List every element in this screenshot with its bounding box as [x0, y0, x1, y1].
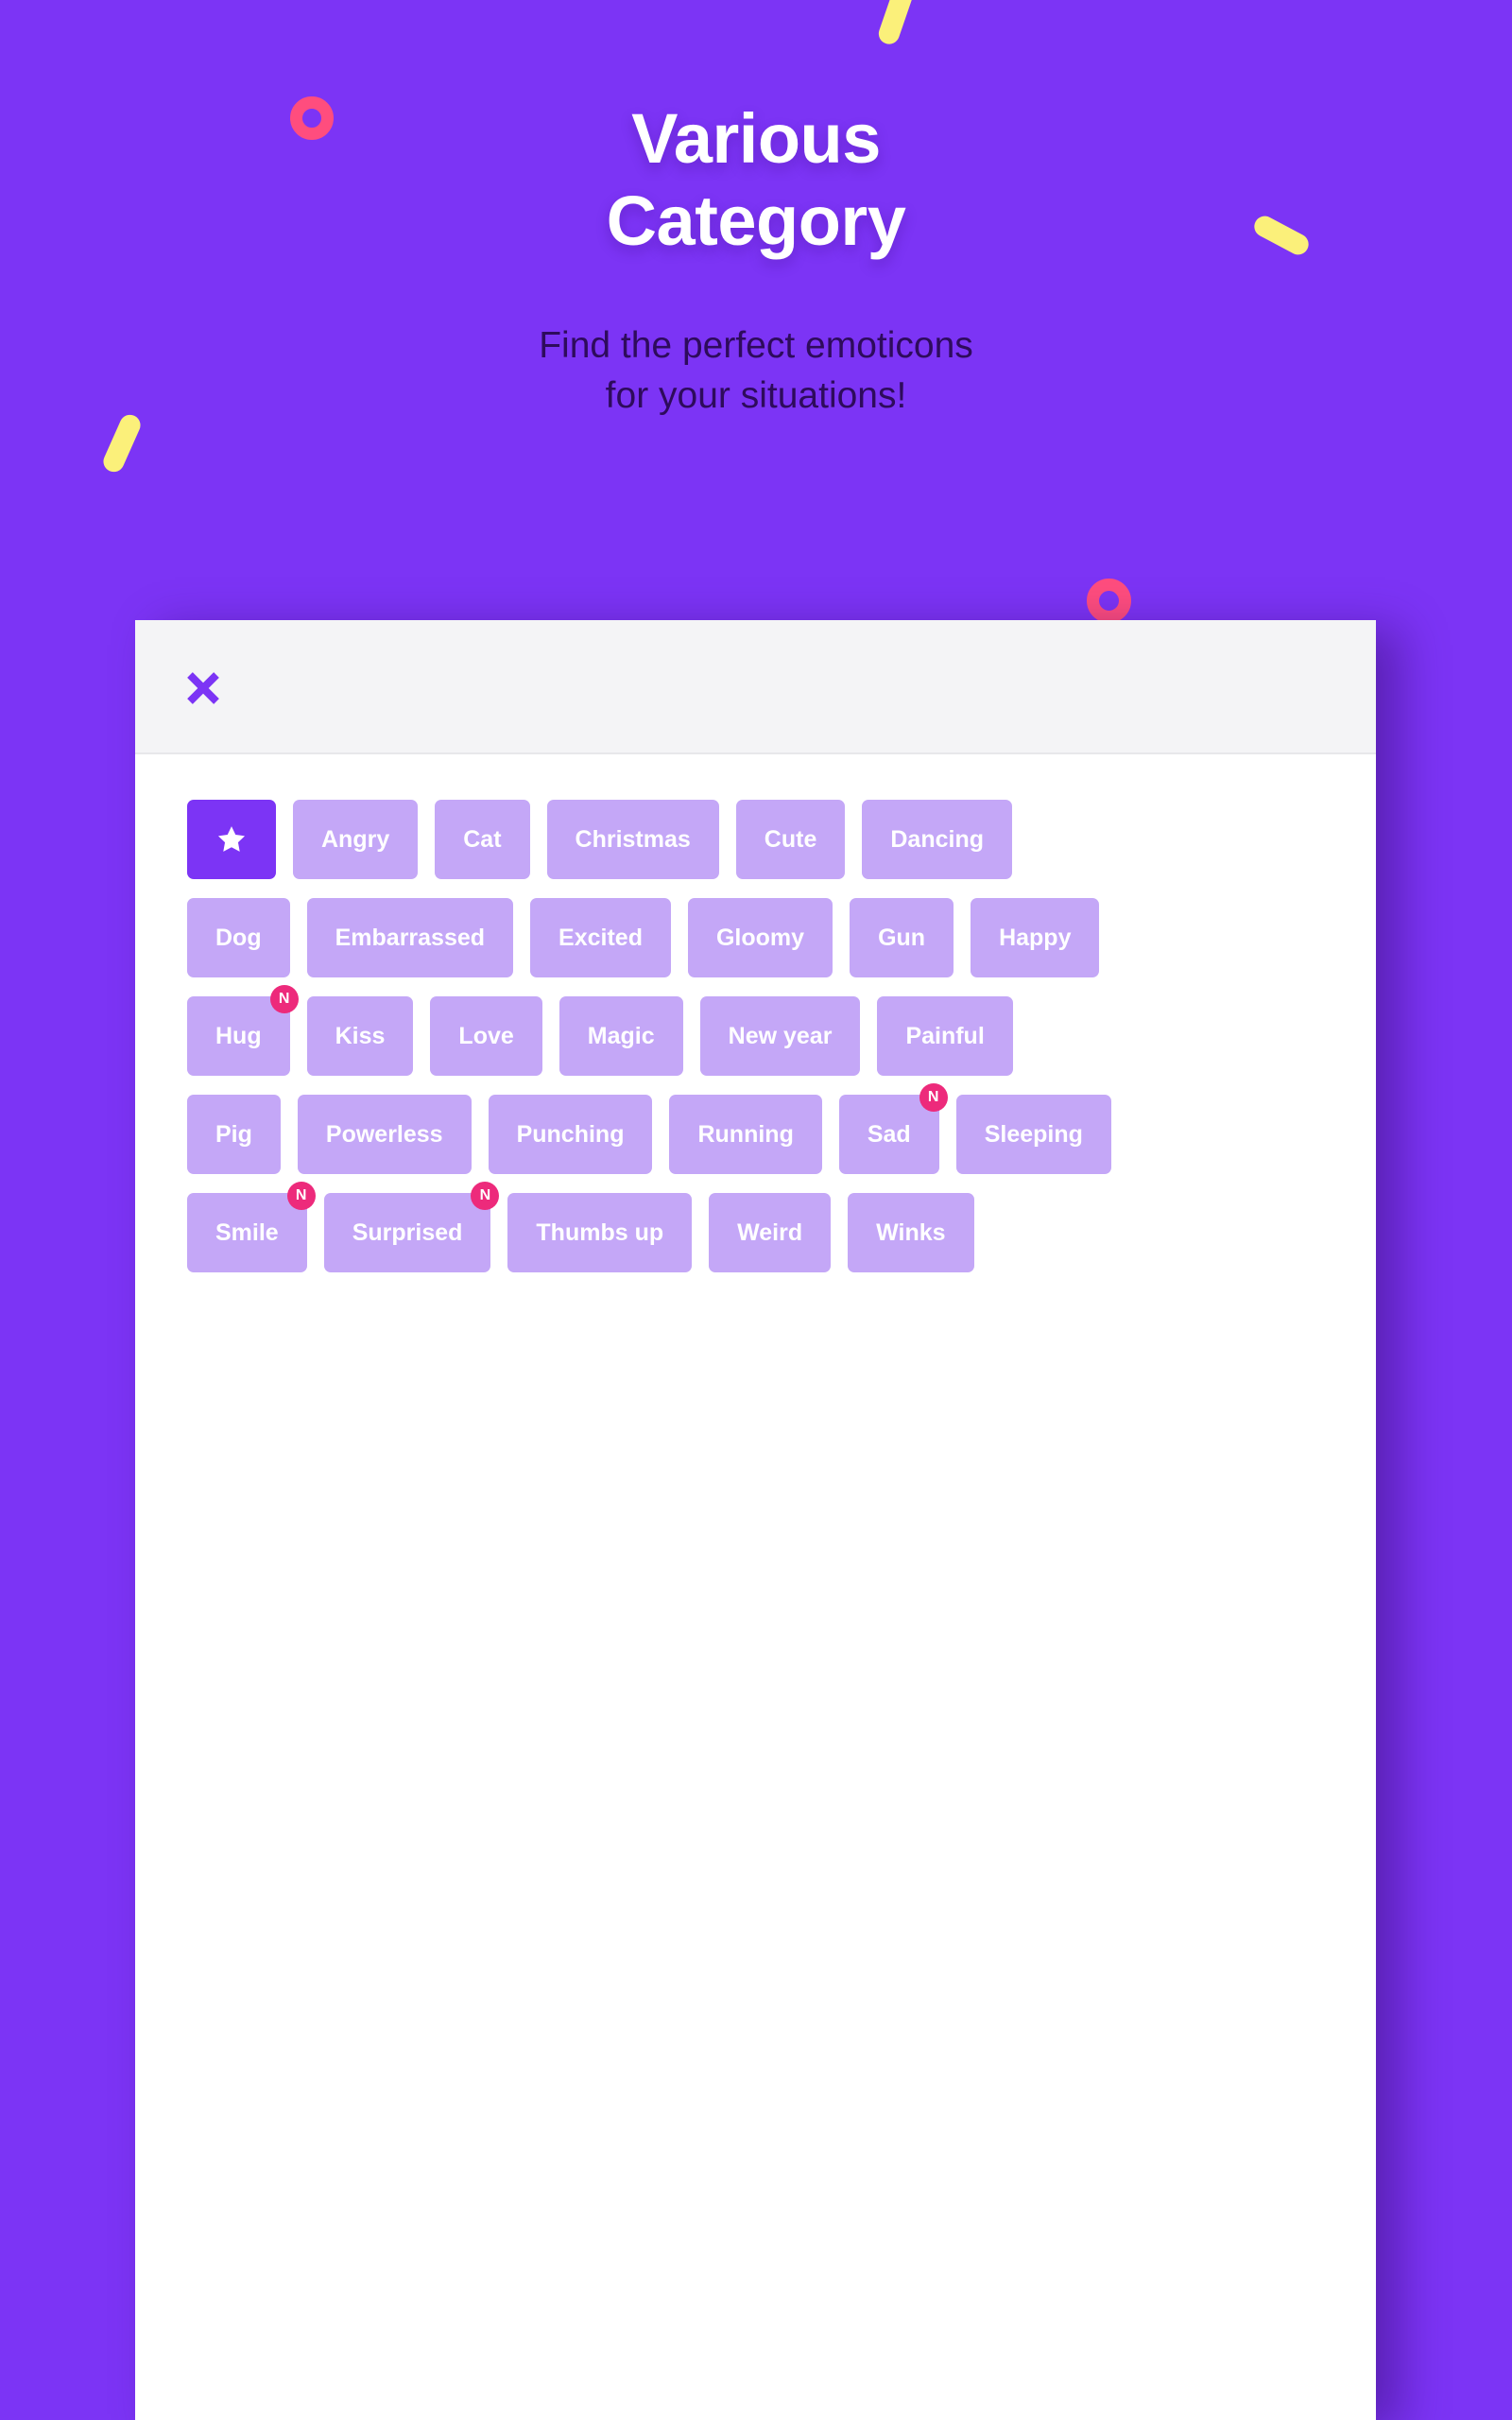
category-chip-label: Cute: [764, 825, 817, 853]
category-chip-gloomy[interactable]: Gloomy: [687, 898, 833, 977]
new-badge: N: [286, 1182, 316, 1210]
category-chip-label: Hug: [215, 1022, 262, 1049]
category-row: Dog Embarrassed Excited Gloomy Gun Happy: [187, 898, 1376, 977]
category-row: Smile N Surprised N Thumbs up Weird Winks: [187, 1182, 1376, 1272]
new-badge: N: [919, 1083, 948, 1112]
category-chip-powerless[interactable]: Powerless: [297, 1095, 472, 1174]
category-grid: Angry Cat Christmas Cute Dancing Dog Embarrass…: [135, 754, 1376, 1272]
star-icon: [215, 823, 248, 856]
page-subtitle-line-2: for your situations!: [605, 375, 907, 417]
category-chip-weird[interactable]: Weird: [709, 1193, 832, 1272]
category-chip-label: Christmas: [575, 825, 691, 853]
category-chip-smile[interactable]: Smile N: [187, 1182, 316, 1272]
category-row: Angry Cat Christmas Cute Dancing: [187, 800, 1376, 879]
page-subtitle-line-1: Find the perfect emoticons: [539, 325, 973, 367]
category-chip-label: Magic: [587, 1022, 655, 1049]
category-chip-dog[interactable]: Dog: [187, 898, 290, 977]
page-title: Various Category: [0, 98, 1512, 262]
stroke-yellow-left-icon: [99, 411, 145, 475]
category-chip-sad[interactable]: Sad N: [838, 1083, 948, 1174]
category-chip-label: Punching: [516, 1120, 625, 1148]
category-chip-happy[interactable]: Happy: [971, 898, 1100, 977]
category-chip-label: New year: [728, 1022, 833, 1049]
category-chip-label: Sleeping: [984, 1120, 1083, 1148]
category-chip-running[interactable]: Running: [669, 1095, 822, 1174]
category-chip-angry[interactable]: Angry: [293, 800, 419, 879]
category-chip-label: Winks: [876, 1219, 946, 1246]
category-chip-christmas[interactable]: Christmas: [546, 800, 719, 879]
category-chip-label: Sad: [867, 1120, 911, 1148]
category-chip-label: Dog: [215, 924, 262, 951]
category-chip-label: Smile: [215, 1219, 279, 1246]
category-chip-label: Embarrassed: [335, 924, 486, 951]
category-chip-embarrassed[interactable]: Embarrassed: [306, 898, 514, 977]
category-row: Pig Powerless Punching Running Sad N Sleeping: [187, 1083, 1376, 1174]
ring-pink-mid-right-icon: [1087, 579, 1131, 623]
category-chip-label: Dancing: [890, 825, 984, 853]
hero-section: Various Category Find the perfect emotic…: [0, 0, 1512, 421]
category-sheet: Angry Cat Christmas Cute Dancing Dog Embarrass…: [135, 620, 1376, 2420]
page-title-line-2: Category: [606, 181, 906, 260]
category-chip-label: Happy: [999, 924, 1072, 951]
new-badge: N: [471, 1182, 500, 1210]
category-chip-label: Kiss: [335, 1022, 386, 1049]
close-icon: [184, 669, 222, 707]
category-chip-label: Love: [458, 1022, 514, 1049]
category-chip-label: Excited: [558, 924, 643, 951]
category-chip-gun[interactable]: Gun: [850, 898, 954, 977]
category-chip-cute[interactable]: Cute: [735, 800, 846, 879]
category-chip-label: Pig: [215, 1120, 252, 1148]
new-badge: N: [269, 985, 299, 1013]
category-chip-label: Running: [697, 1120, 794, 1148]
category-chip-winks[interactable]: Winks: [848, 1193, 974, 1272]
category-chip-hug[interactable]: Hug N: [187, 985, 299, 1076]
category-chip-label: Gloomy: [715, 924, 805, 951]
category-chip-label: Powerless: [325, 1120, 443, 1148]
page-title-line-1: Various: [631, 99, 881, 178]
category-chip-label: Cat: [463, 825, 502, 853]
category-chip-pig[interactable]: Pig: [187, 1095, 281, 1174]
category-chip-punching[interactable]: Punching: [488, 1095, 653, 1174]
sheet-header: [135, 620, 1376, 754]
category-chip-label: Angry: [321, 825, 390, 853]
category-chip-magic[interactable]: Magic: [558, 996, 683, 1076]
category-row: Hug N Kiss Love Magic New year Painful: [187, 985, 1376, 1076]
category-chip-excited[interactable]: Excited: [530, 898, 671, 977]
category-chip-painful[interactable]: Painful: [877, 996, 1013, 1076]
category-chip-label: Painful: [905, 1022, 985, 1049]
category-chip-cat[interactable]: Cat: [435, 800, 530, 879]
category-chip-new-year[interactable]: New year: [699, 996, 861, 1076]
category-chip-surprised[interactable]: Surprised N: [323, 1182, 500, 1272]
category-chip-kiss[interactable]: Kiss: [306, 996, 414, 1076]
category-chip-dancing[interactable]: Dancing: [862, 800, 1012, 879]
category-chip-favorites[interactable]: [187, 800, 276, 879]
category-chip-thumbs-up[interactable]: Thumbs up: [507, 1193, 693, 1272]
page-subtitle: Find the perfect emoticons for your situ…: [0, 320, 1512, 421]
category-chip-label: Gun: [878, 924, 926, 951]
category-chip-love[interactable]: Love: [430, 996, 542, 1076]
category-chip-label: Weird: [737, 1219, 803, 1246]
category-chip-label: Thumbs up: [536, 1219, 664, 1246]
category-chip-sleeping[interactable]: Sleeping: [955, 1095, 1111, 1174]
close-button[interactable]: [177, 662, 230, 715]
category-chip-label: Surprised: [352, 1219, 463, 1246]
